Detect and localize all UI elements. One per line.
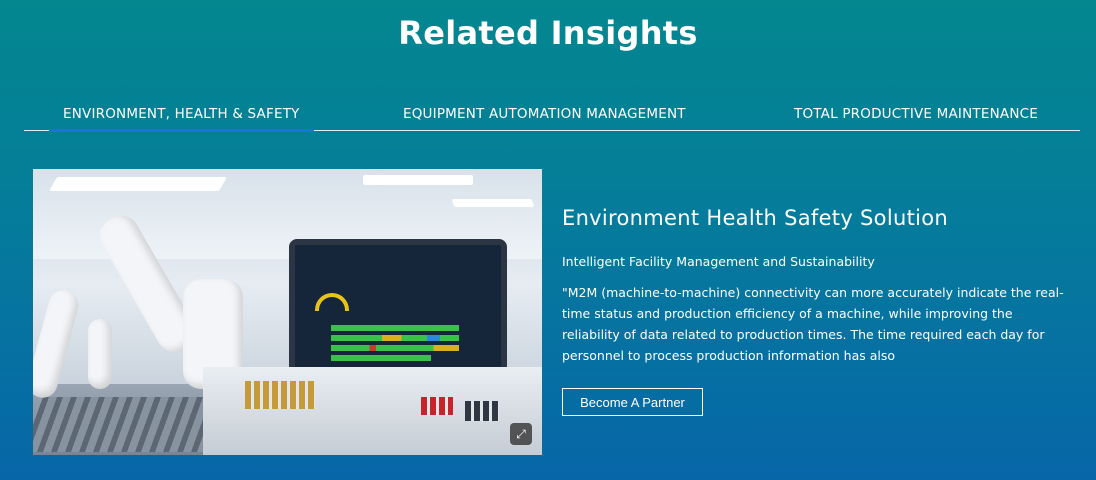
become-partner-button[interactable]: Become A Partner xyxy=(562,388,703,416)
tab-bar: ENVIRONMENT, HEALTH & SAFETY EQUIPMENT A… xyxy=(24,100,1080,132)
ceiling-light xyxy=(451,199,535,207)
console-buttons xyxy=(245,381,315,409)
tab-environment-health-safety[interactable]: ENVIRONMENT, HEALTH & SAFETY xyxy=(49,106,314,132)
tab-total-productive-maintenance[interactable]: TOTAL PRODUCTIVE MAINTENANCE xyxy=(794,106,1038,122)
console-buttons xyxy=(465,401,499,421)
card-subheading: Intelligent Facility Management and Sust… xyxy=(562,254,875,269)
card-body: "M2M (machine-to-machine) connectivity c… xyxy=(562,285,1064,363)
card-content: Environment Health Safety Solution Intel… xyxy=(562,206,1082,366)
section-title: Related Insights xyxy=(398,14,698,52)
console-buttons xyxy=(421,397,453,415)
ceiling-light xyxy=(48,177,228,191)
gauge-icon xyxy=(315,293,349,311)
status-bar xyxy=(331,345,459,351)
tab-equipment-automation-management[interactable]: EQUIPMENT AUTOMATION MANAGEMENT xyxy=(403,106,686,122)
monitor-illustration xyxy=(289,239,507,379)
control-console xyxy=(203,367,542,455)
status-bar xyxy=(331,325,459,331)
factory-image: ⤢ xyxy=(33,169,542,455)
robot-arm xyxy=(88,319,112,389)
card-heading: Environment Health Safety Solution xyxy=(562,206,948,230)
ceiling-light xyxy=(363,175,473,185)
status-bar xyxy=(331,355,431,361)
status-bar xyxy=(331,335,459,341)
expand-icon[interactable]: ⤢ xyxy=(510,423,532,445)
